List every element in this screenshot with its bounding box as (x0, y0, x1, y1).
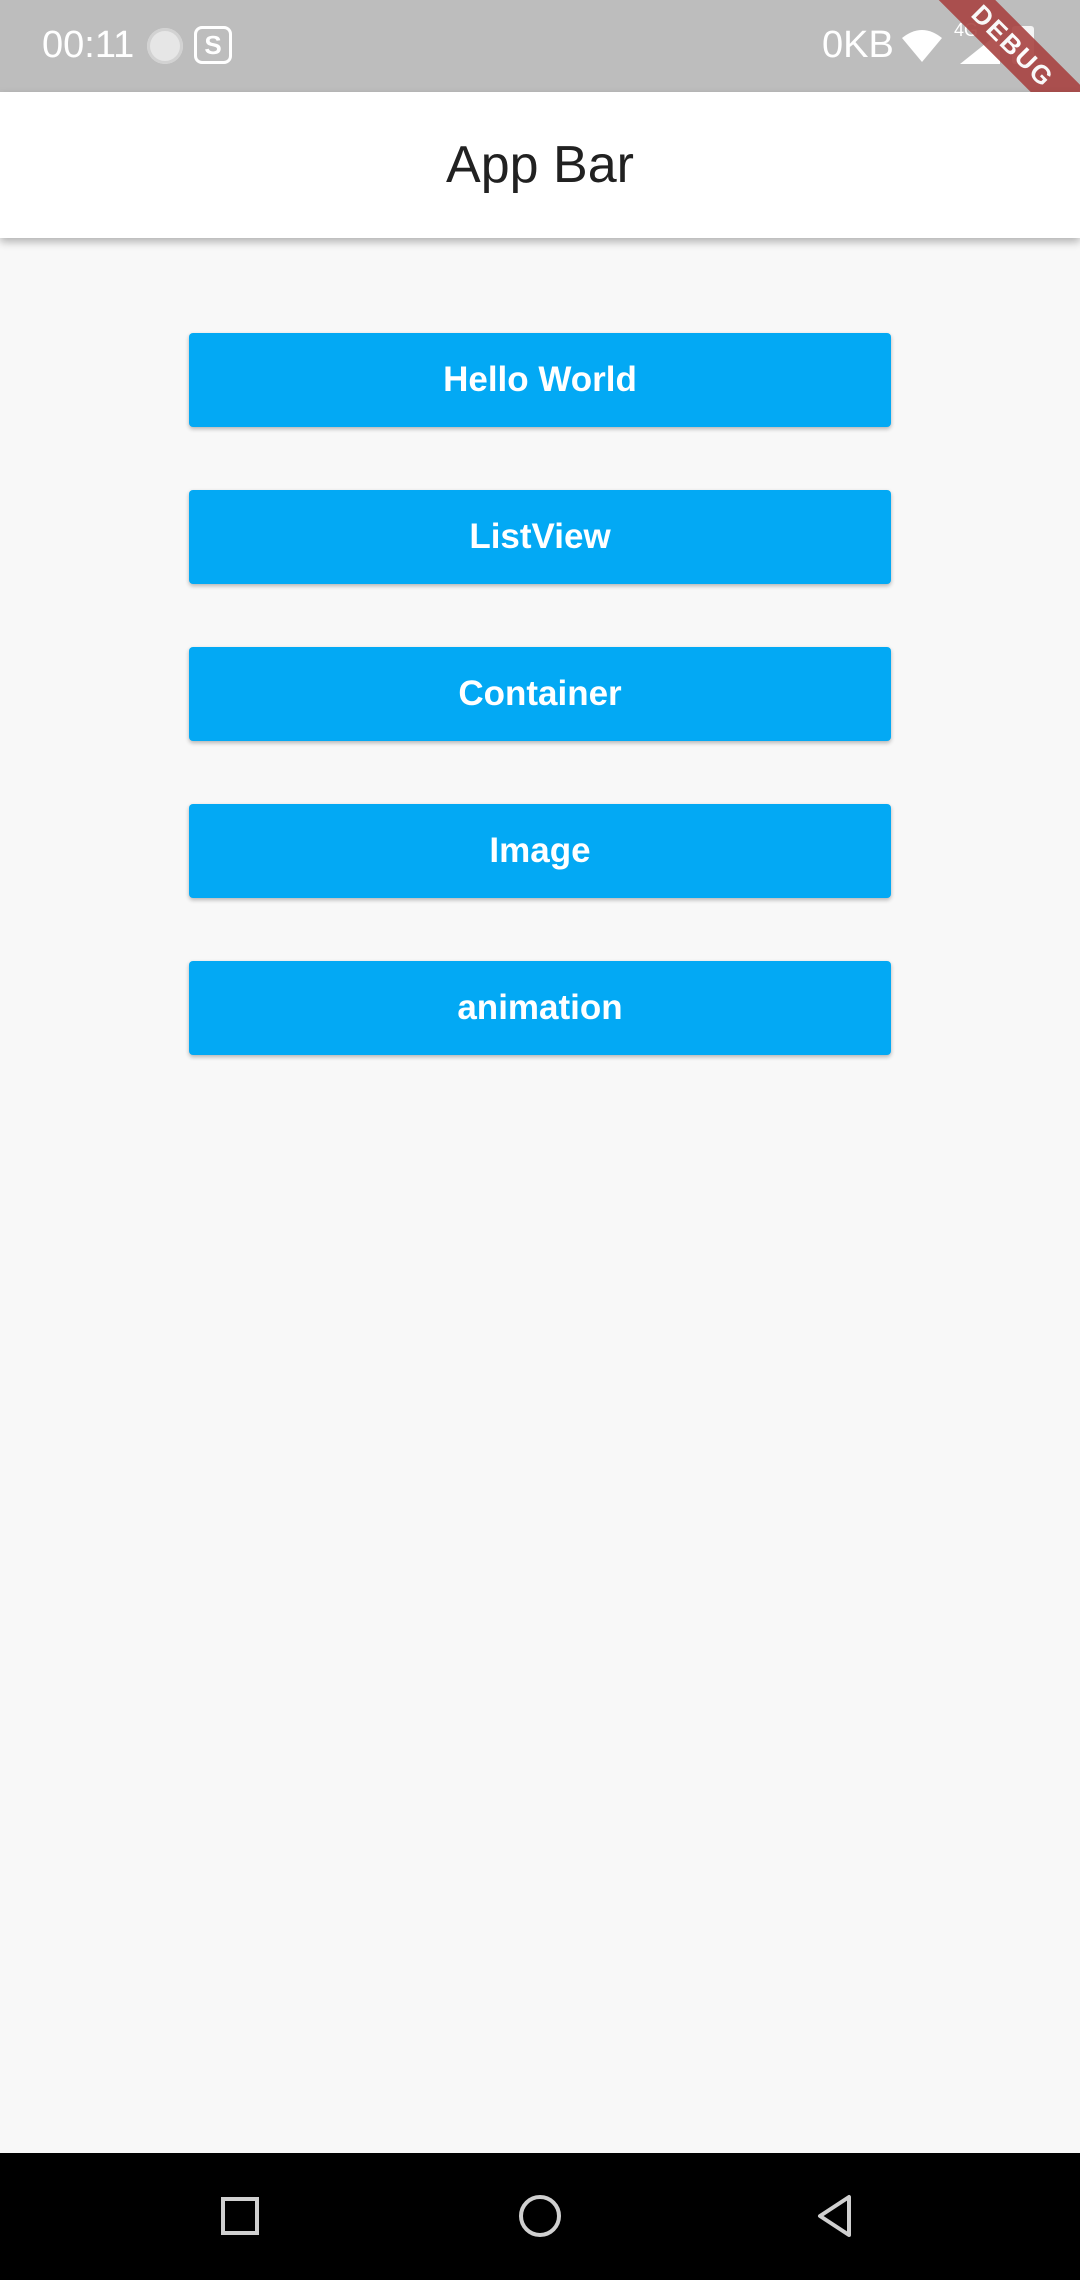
recents-square-icon[interactable] (207, 2183, 273, 2249)
status-time: 00:11 (42, 24, 135, 66)
navigation-bar (0, 2153, 1080, 2280)
animation-button[interactable]: animation (189, 961, 891, 1055)
app-bar: App Bar (0, 92, 1080, 238)
image-button[interactable]: Image (189, 804, 891, 898)
listview-button[interactable]: ListView (189, 490, 891, 584)
container-button[interactable]: Container (189, 647, 891, 741)
hello-world-button[interactable]: Hello World (189, 333, 891, 427)
back-triangle-icon[interactable] (805, 2183, 871, 2249)
app-bar-title: App Bar (446, 136, 634, 194)
network-speed: 0KB (822, 24, 894, 66)
status-bar: 00:11 S 0KB 4G DEBUG (0, 0, 1080, 92)
notification-dot-icon (147, 28, 183, 64)
home-circle-icon[interactable] (507, 2183, 573, 2249)
button-list: Hello World ListView Container Image ani… (189, 333, 891, 1118)
wifi-icon (902, 30, 942, 62)
s-app-icon: S (194, 26, 232, 64)
